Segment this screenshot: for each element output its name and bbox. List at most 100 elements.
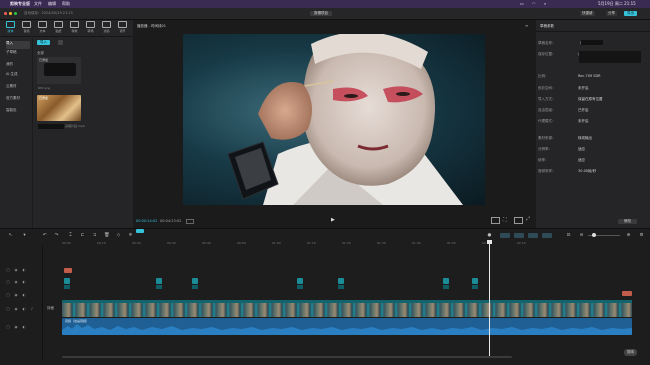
effect-clip[interactable] bbox=[443, 285, 449, 289]
audio-link-toggle[interactable] bbox=[542, 233, 552, 238]
play-button[interactable]: ▶ bbox=[331, 218, 335, 223]
sidebar-item-mine[interactable]: 我的 bbox=[6, 62, 30, 70]
effect-clip[interactable] bbox=[192, 285, 198, 289]
tab-effects[interactable]: 特效 bbox=[68, 21, 81, 33]
ratio-icon[interactable] bbox=[514, 217, 523, 224]
redo-icon[interactable]: ↷ bbox=[54, 233, 59, 238]
sidebar-item-ai[interactable]: AI 生成 bbox=[6, 72, 30, 80]
zoom-slider-handle[interactable] bbox=[592, 233, 596, 237]
effect-clip[interactable] bbox=[338, 278, 344, 284]
menu-app-name[interactable]: 剪映专业版 bbox=[10, 1, 30, 7]
audio-clip[interactable] bbox=[62, 318, 632, 335]
sidebar-item-official[interactable]: 官方素材 bbox=[6, 96, 30, 104]
speaker-icon[interactable]: ♪ bbox=[30, 307, 34, 311]
sticker-clip[interactable] bbox=[64, 268, 72, 273]
ruler-label: 00:40 bbox=[202, 241, 211, 245]
effect-clip[interactable] bbox=[443, 278, 449, 284]
zoom-fit-icon[interactable]: ⊡ bbox=[566, 233, 571, 238]
undo-icon[interactable]: ↶ bbox=[42, 233, 47, 238]
eye-icon[interactable]: ◉ bbox=[14, 307, 18, 311]
share-button[interactable]: 分享 bbox=[606, 10, 617, 16]
split-left-icon[interactable]: ⊏ bbox=[80, 233, 85, 238]
lock-icon[interactable]: ▢ bbox=[6, 325, 10, 329]
preview-axis-toggle[interactable] bbox=[528, 233, 538, 238]
timeline-panel bbox=[0, 228, 650, 365]
effect-clip[interactable] bbox=[472, 278, 478, 284]
tab-adjust[interactable]: 调节 bbox=[116, 21, 129, 33]
edit-settings-button[interactable]: 修改 bbox=[618, 219, 637, 224]
eye-icon[interactable]: ◉ bbox=[14, 280, 18, 284]
split-right-icon[interactable]: ⊐ bbox=[92, 233, 97, 238]
fullscreen-icon[interactable]: ⤢ bbox=[526, 216, 532, 222]
timeline-ruler[interactable]: 00:00 00:10 00:20 00:30 00:40 00:50 01:0… bbox=[45, 240, 650, 246]
freeze-icon[interactable]: ❄ bbox=[128, 233, 133, 238]
sidebar-item-smart[interactable]: 智能包 bbox=[6, 108, 30, 116]
effect-clip[interactable] bbox=[297, 278, 303, 284]
import-button[interactable]: 导入 bbox=[37, 40, 50, 45]
effect-clip[interactable] bbox=[156, 278, 162, 284]
eye-icon[interactable]: ◉ bbox=[14, 325, 18, 329]
grid-view-icon[interactable] bbox=[58, 40, 63, 45]
effect-clip[interactable] bbox=[64, 285, 70, 289]
playhead-handle[interactable] bbox=[487, 240, 492, 244]
dropdown-icon[interactable]: ▾ bbox=[22, 233, 27, 238]
mute-icon[interactable]: ◐ bbox=[22, 280, 26, 284]
sidebar-item-cloud[interactable]: 云素材 bbox=[6, 84, 30, 92]
export-button[interactable]: 导出 bbox=[624, 10, 637, 16]
minimize-window-button[interactable] bbox=[9, 12, 12, 15]
eye-icon[interactable]: ◉ bbox=[14, 268, 18, 272]
link-toggle[interactable] bbox=[514, 233, 524, 238]
menu-edit[interactable]: 编辑 bbox=[48, 1, 56, 7]
tab-text[interactable]: 文本 bbox=[36, 21, 49, 33]
tab-audio[interactable]: 音频 bbox=[20, 21, 33, 33]
effect-clip[interactable] bbox=[338, 285, 344, 289]
timeline-scrollbar[interactable] bbox=[62, 356, 512, 358]
lock-icon[interactable]: ▢ bbox=[6, 307, 10, 311]
effect-clip[interactable] bbox=[192, 278, 198, 284]
video-preview[interactable] bbox=[183, 34, 485, 205]
end-sticker-clip[interactable] bbox=[622, 291, 632, 296]
menu-icon[interactable]: ≡ bbox=[525, 24, 530, 28]
tab-sticker[interactable]: 贴纸 bbox=[52, 21, 65, 33]
tab-media[interactable]: 媒体 bbox=[4, 21, 17, 33]
mute-icon[interactable]: ◐ bbox=[22, 325, 26, 329]
effect-clip[interactable] bbox=[297, 285, 303, 289]
fit-icon[interactable]: ⛶ bbox=[503, 217, 509, 223]
menu-file[interactable]: 文件 bbox=[34, 1, 42, 7]
effect-clip[interactable] bbox=[472, 285, 478, 289]
mute-icon[interactable]: ◐ bbox=[22, 307, 26, 311]
lock-icon[interactable]: ▢ bbox=[6, 293, 10, 297]
sidebar-item-subdraft[interactable]: 子草稿 bbox=[6, 50, 30, 58]
settings-icon[interactable]: ⚙ bbox=[639, 233, 644, 238]
mute-icon[interactable]: ◐ bbox=[22, 293, 26, 297]
close-window-button[interactable] bbox=[4, 12, 7, 15]
magnet-toggle[interactable] bbox=[500, 233, 510, 238]
split-icon[interactable]: ⌶ bbox=[68, 233, 73, 238]
zoom-out-icon[interactable]: ⊖ bbox=[579, 233, 584, 238]
microphone-icon[interactable]: ● bbox=[487, 233, 492, 238]
shield-icon[interactable]: ◇ bbox=[116, 233, 121, 238]
effect-clip[interactable] bbox=[64, 278, 70, 284]
sidebar-item-import[interactable]: 导入 bbox=[6, 41, 30, 49]
crop-icon[interactable] bbox=[491, 217, 500, 224]
filter-all[interactable]: 全部 bbox=[37, 51, 44, 56]
effect-clip[interactable] bbox=[156, 285, 162, 289]
maximize-window-button[interactable] bbox=[14, 12, 17, 15]
system-menubar: 剪映专业版 文件 编辑 帮助 ▭ ◠ ⌕ 5月19日 周二 21:15 bbox=[0, 0, 650, 8]
search-icon[interactable]: ⌕ bbox=[544, 1, 546, 6]
shortcut-button[interactable]: 快捷键 bbox=[580, 10, 595, 16]
select-tool-icon[interactable]: ↖ bbox=[8, 233, 13, 238]
eye-icon[interactable]: ◉ bbox=[14, 293, 18, 297]
tab-transitions[interactable]: 转场 bbox=[84, 21, 97, 33]
effects-icon bbox=[70, 21, 79, 28]
playhead[interactable] bbox=[489, 240, 490, 358]
mute-icon[interactable]: ◐ bbox=[22, 268, 26, 272]
delete-icon[interactable]: 🗑 bbox=[104, 233, 110, 238]
lock-icon[interactable]: ▢ bbox=[6, 280, 10, 284]
menu-help[interactable]: 帮助 bbox=[62, 1, 70, 7]
lock-icon[interactable]: ▢ bbox=[6, 268, 10, 272]
tab-filters[interactable]: 滤镜 bbox=[100, 21, 113, 33]
list-icon[interactable] bbox=[186, 219, 194, 224]
project-name[interactable]: 剪辑项目 bbox=[310, 10, 332, 16]
zoom-in-icon[interactable]: ⊕ bbox=[626, 233, 631, 238]
